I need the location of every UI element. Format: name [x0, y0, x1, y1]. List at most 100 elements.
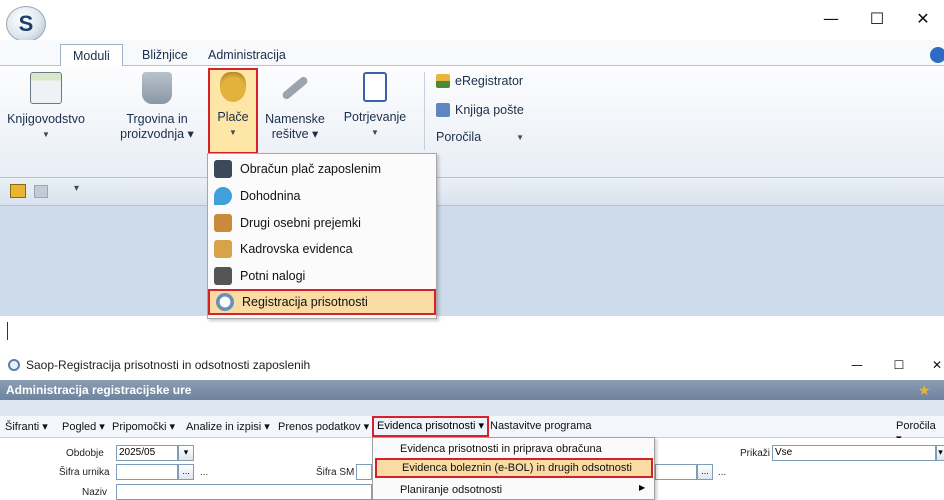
close-button[interactable]: ✕: [908, 8, 938, 30]
text-cursor: [7, 322, 8, 340]
mail-book-icon: [436, 103, 450, 117]
checklist-icon: [363, 72, 387, 102]
menu-item-label: Kadrovska evidenca: [240, 242, 353, 256]
knjiga-poste-label: Knjiga pošte: [455, 103, 524, 117]
sifra-urnika-field[interactable]: [116, 464, 178, 480]
sub-minimize-button[interactable]: —: [842, 354, 872, 376]
naziv-field[interactable]: [116, 484, 372, 500]
obdobje-field[interactable]: 2025/05: [116, 445, 178, 461]
ribbon-place-label: Plače: [217, 110, 249, 124]
prikazi-select[interactable]: Vse: [772, 445, 936, 461]
chevron-down-icon: ▼: [42, 130, 50, 139]
menu-item-label: Registracija prisotnosti: [242, 295, 368, 309]
obdobje-dropdown-button[interactable]: ▾: [178, 445, 194, 461]
evidenca-submenu: Evidenca prisotnosti in priprava obračun…: [372, 437, 655, 500]
sub-close-button[interactable]: ✕: [922, 354, 944, 376]
menu-item-dohodnina[interactable]: Dohodnina: [208, 183, 436, 209]
ribbon-place-button[interactable]: Plače ▼: [210, 72, 256, 140]
ribbon-trgovina-label2: proizvodnja ▾: [120, 127, 194, 141]
worker-icon: [214, 160, 232, 178]
title-bar: [0, 0, 944, 40]
menu-item-label: Obračun plač zaposlenim: [240, 162, 382, 176]
submenu-evidenca-boleznin[interactable]: Evidenca boleznin (e-BOL) in drugih odso…: [375, 458, 653, 478]
ribbon-trgovina-button[interactable]: Trgovina in proizvodnja ▾: [112, 72, 202, 142]
knjiga-poste-button[interactable]: Knjiga pošte: [436, 103, 524, 117]
ribbon-potrjevanje-label: Potrjevanje: [343, 110, 407, 124]
sifra-urnika-lookup-text: ...: [200, 467, 209, 478]
sifra-sm-field-end[interactable]: [655, 464, 697, 480]
sifra-sm-lookup-text: ...: [718, 467, 727, 478]
eregistrator-label: eRegistrator: [455, 74, 524, 88]
stopwatch-icon: [8, 359, 20, 371]
app-logo[interactable]: S: [6, 6, 46, 42]
sifra-sm-field[interactable]: [356, 464, 372, 480]
wrench-icon: [280, 75, 310, 101]
menu-item-obracun-plac[interactable]: Obračun plač zaposlenim: [208, 156, 436, 182]
chevron-down-icon: ▼: [371, 128, 379, 137]
ribbon-namenske-label: Namenske: [265, 112, 325, 126]
sub-window-strip: [0, 400, 944, 416]
submenu-planiranje-odsotnosti[interactable]: Planiranje odsotnosti: [400, 480, 650, 500]
quick-access-toolbar: [0, 178, 944, 206]
books-icon: [436, 74, 450, 88]
menu-item-kadrovska-evidenca[interactable]: Kadrovska evidenca: [208, 236, 436, 262]
submenu-evidenca-prisotnosti[interactable]: Evidenca prisotnosti in priprava obračun…: [400, 439, 650, 459]
sub-maximize-button[interactable]: ☐: [884, 354, 914, 376]
menu-item-label: Drugi osebni prejemki: [240, 216, 361, 230]
menu-pripomocki[interactable]: Pripomočki ▾: [112, 420, 175, 433]
minimize-button[interactable]: —: [816, 8, 846, 30]
tab-bliznjice[interactable]: Bližnjice: [130, 44, 200, 66]
obdobje-label: Obdobje: [66, 448, 104, 459]
sub-window-title: Saop-Registracija prisotnosti in odsotno…: [26, 358, 311, 372]
ribbon-namenske-button[interactable]: Namenske rešitve ▾: [262, 72, 328, 142]
ribbon-namenske-label2: rešitve ▾: [271, 127, 319, 141]
sifra-sm-lookup-button[interactable]: ...: [697, 464, 713, 480]
tab-administracija[interactable]: Administracija: [196, 44, 298, 66]
logo-letter: S: [18, 11, 34, 36]
staff-icon: [214, 240, 232, 258]
naziv-label: Naziv: [82, 487, 108, 498]
menu-item-drugi-osebni-prejemki[interactable]: Drugi osebni prejemki: [208, 210, 436, 236]
menu-item-potni-nalogi[interactable]: Potni nalogi: [208, 263, 436, 289]
qat-customize-icon[interactable]: ▾: [74, 183, 79, 194]
travel-icon: [214, 267, 232, 285]
menu-item-label: Potni nalogi: [240, 269, 306, 283]
favorite-star-icon[interactable]: ★: [918, 382, 931, 399]
ribbon-knjigovodstvo-label: Knjigovodstvo: [7, 112, 85, 126]
menu-item-registracija-prisotnosti[interactable]: Registracija prisotnosti: [208, 289, 436, 315]
sifra-sm-label: Šifra SM: [316, 467, 355, 478]
menu-evidenca-prisotnosti[interactable]: Evidenca prisotnosti ▾: [372, 416, 490, 437]
sifra-urnika-lookup-button[interactable]: ...: [178, 464, 194, 480]
prikazi-dropdown-button[interactable]: ▾: [936, 445, 944, 461]
menu-nastavitve-programa[interactable]: Nastavitve programa: [490, 420, 592, 432]
eregistrator-button[interactable]: eRegistrator: [436, 74, 523, 88]
ribbon-trgovina-label: Trgovina in: [126, 112, 188, 126]
menu-item-label: Dohodnina: [240, 189, 301, 203]
ribbon-potrjevanje-button[interactable]: Potrjevanje ▼: [340, 72, 410, 140]
ribbon-separator: [424, 72, 425, 150]
sub-window-header: Administracija registracijske ure: [0, 380, 944, 400]
sifra-urnika-label: Šifra urnika: [59, 467, 110, 478]
place-dropdown-menu: Obračun plač zaposlenim Dohodnina Drugi …: [207, 153, 437, 319]
porocila-label: Poročila: [436, 130, 482, 144]
help-icon[interactable]: [930, 47, 944, 63]
stopwatch-icon: [216, 293, 234, 311]
save-icon[interactable]: [34, 185, 48, 198]
mdi-strip: [0, 316, 944, 346]
ribbon-knjigovodstvo-button[interactable]: Knjigovodstvo ▼: [6, 72, 86, 142]
folder-up-icon[interactable]: [10, 184, 26, 198]
maximize-button[interactable]: ☐: [862, 8, 892, 30]
money-bag-icon: [220, 72, 246, 102]
menu-analize-in-izpisi[interactable]: Analize in izpisi ▾: [186, 420, 270, 433]
tab-moduli[interactable]: Moduli: [60, 44, 123, 67]
menu-sifranti[interactable]: Šifranti ▾: [5, 420, 48, 433]
sub-window-title-bar: Saop-Registracija prisotnosti in odsotno…: [0, 350, 944, 380]
water-drop-icon: [214, 187, 232, 205]
menu-pogled[interactable]: Pogled ▾: [62, 420, 105, 433]
menu-prenos-podatkov[interactable]: Prenos podatkov ▾: [278, 420, 369, 433]
prikazi-label: Prikaži: [740, 448, 771, 459]
sub-window-header-text: Administracija registracijske ure: [6, 383, 192, 397]
chevron-down-icon: ▼: [229, 128, 237, 137]
submenu-arrow-icon: ▶: [639, 483, 646, 492]
porocila-button[interactable]: Poročila ▼: [436, 130, 536, 144]
